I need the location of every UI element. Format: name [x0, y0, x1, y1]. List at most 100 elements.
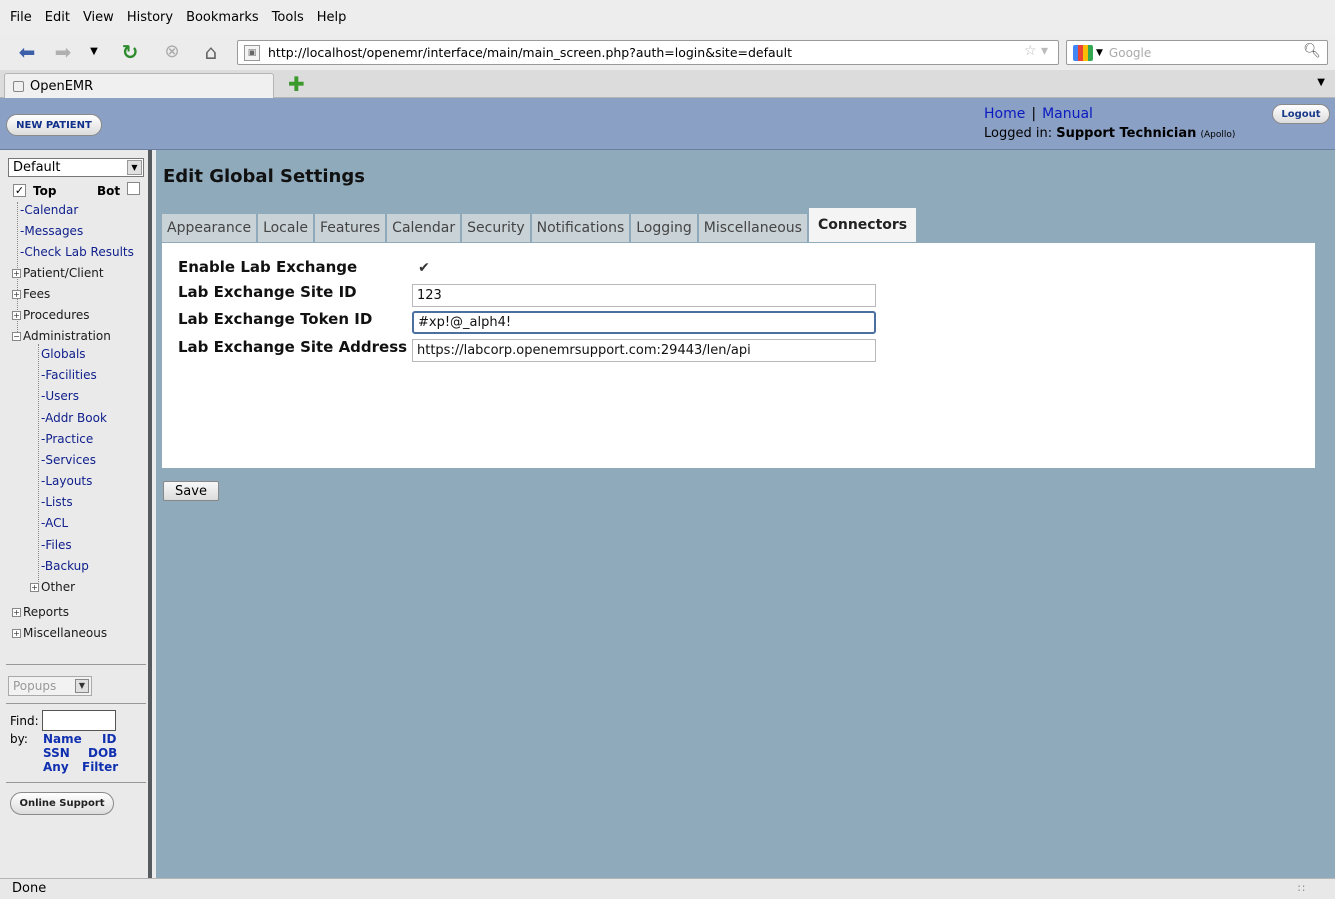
reload-icon[interactable]: ↻: [118, 40, 142, 64]
nav-item-check-lab-results[interactable]: -Check Lab Results: [20, 245, 134, 259]
expand-plus-icon[interactable]: +: [12, 311, 21, 320]
menu-history[interactable]: History: [127, 10, 173, 25]
menu-view[interactable]: View: [83, 10, 114, 25]
nav-item-acl-label: ACL: [45, 516, 69, 530]
bot-frame-checkbox[interactable]: [127, 182, 140, 195]
save-button[interactable]: Save: [163, 481, 219, 501]
nav-item-other-label: Other: [41, 580, 76, 594]
menu-bookmarks[interactable]: Bookmarks: [186, 10, 259, 25]
online-support-button[interactable]: Online Support: [10, 792, 114, 815]
chevron-down-icon: ▼: [127, 160, 142, 175]
nav-item-users[interactable]: -Users: [41, 389, 79, 403]
history-dropdown-icon[interactable]: ▼: [86, 40, 102, 64]
nav-item-facilities[interactable]: -Facilities: [41, 368, 97, 382]
search-bar[interactable]: ▼ Google 🔍︎: [1066, 40, 1328, 65]
tab-miscellaneous[interactable]: Miscellaneous: [698, 214, 807, 242]
collapse-minus-icon[interactable]: −: [12, 332, 21, 341]
nav-item-check-lab-results-label: Check Lab Results: [24, 245, 134, 259]
site-id-field[interactable]: [412, 284, 876, 307]
find-by-label: by:: [10, 732, 28, 746]
nav-item-fees[interactable]: + Fees: [12, 287, 50, 301]
site-address-label: Lab Exchange Site Address: [178, 338, 408, 356]
search-engine-icon[interactable]: [1073, 44, 1093, 61]
token-id-field[interactable]: [412, 311, 876, 334]
search-engine-dropdown-icon[interactable]: ▼: [1096, 48, 1103, 58]
top-frame-checkbox[interactable]: ✓: [13, 184, 26, 197]
home-link[interactable]: Home: [984, 106, 1025, 122]
page-title: Edit Global Settings: [163, 166, 365, 187]
tab-logging[interactable]: Logging: [631, 214, 697, 242]
manual-link[interactable]: Manual: [1042, 106, 1093, 122]
magnifier-icon[interactable]: 🔍︎: [1303, 43, 1321, 59]
nav-item-addr-book[interactable]: -Addr Book: [41, 411, 107, 425]
find-input[interactable]: [42, 710, 116, 731]
find-by-id[interactable]: ID: [102, 732, 116, 746]
expand-plus-icon[interactable]: +: [12, 269, 21, 278]
nav-item-procedures[interactable]: + Procedures: [12, 308, 90, 322]
forward-arrow-icon[interactable]: ➡: [50, 40, 76, 64]
popups-select[interactable]: Popups ▼: [8, 676, 92, 696]
resize-grip-icon[interactable]: ∷: [1298, 879, 1305, 899]
browser-tab-openemr[interactable]: OpenEMR: [4, 73, 274, 98]
back-arrow-icon[interactable]: ⬅: [14, 40, 40, 64]
nav-item-lists[interactable]: -Lists: [41, 495, 73, 509]
new-patient-button[interactable]: NEW PATIENT: [6, 114, 102, 136]
openemr-titlebar: NEW PATIENT Home | Manual Logged in: Suppo…: [0, 98, 1335, 150]
tab-notifications[interactable]: Notifications: [531, 214, 630, 242]
browser-navbar: ⬅ ➡ ▼ ↻ ⊗ ⌂ ▣ http://localhost/openemr/i…: [0, 34, 1335, 70]
menu-help[interactable]: Help: [317, 10, 347, 25]
bot-frame-label: Bot: [97, 184, 121, 198]
nav-item-calendar-label: Calendar: [24, 203, 79, 217]
nav-item-reports[interactable]: + Reports: [12, 605, 69, 619]
find-by-ssn[interactable]: SSN: [43, 746, 70, 760]
tab-appearance[interactable]: Appearance: [162, 214, 257, 242]
expand-plus-icon[interactable]: +: [12, 290, 21, 299]
expand-plus-icon[interactable]: +: [12, 608, 21, 617]
find-by-name[interactable]: Name: [43, 732, 82, 746]
nav-item-layouts[interactable]: -Layouts: [41, 474, 92, 488]
expand-plus-icon[interactable]: +: [30, 583, 39, 592]
logout-button[interactable]: Logout: [1272, 104, 1330, 124]
nav-item-services[interactable]: -Services: [41, 453, 96, 467]
nav-item-services-label: Services: [45, 453, 96, 467]
tab-list-chevron-icon[interactable]: ▼: [1317, 77, 1325, 88]
top-bot-frame-toggle: ✓ Top Bot: [13, 182, 145, 200]
facility-select[interactable]: Default ▼: [8, 158, 144, 177]
browser-menubar: File Edit View History Bookmarks Tools H…: [0, 0, 1335, 34]
enable-lab-exchange-checkbox[interactable]: ✔: [417, 261, 431, 275]
nav-item-messages[interactable]: -Messages: [20, 224, 83, 238]
nav-item-other[interactable]: + Other: [30, 580, 75, 594]
new-tab-plus-icon[interactable]: ✚: [288, 72, 305, 96]
bookmark-star-icon[interactable]: ☆ ▾: [1024, 43, 1048, 59]
tab-title: OpenEMR: [30, 78, 94, 94]
home-icon[interactable]: ⌂: [198, 40, 224, 64]
expand-plus-icon[interactable]: +: [12, 629, 21, 638]
search-placeholder: Google: [1108, 45, 1152, 60]
tab-locale[interactable]: Locale: [258, 214, 313, 242]
nav-item-patient-client[interactable]: + Patient/Client: [12, 266, 104, 280]
tab-connectors[interactable]: Connectors: [808, 208, 917, 242]
tab-security[interactable]: Security: [462, 214, 530, 242]
nav-item-files[interactable]: -Files: [41, 538, 72, 552]
nav-item-miscellaneous-label: Miscellaneous: [23, 626, 108, 640]
enable-lab-exchange-label: Enable Lab Exchange: [178, 258, 358, 276]
tab-features[interactable]: Features: [314, 214, 386, 242]
stop-icon[interactable]: ⊗: [160, 40, 184, 64]
menu-file[interactable]: File: [10, 10, 32, 25]
find-filter[interactable]: Filter: [82, 760, 118, 774]
find-by-dob[interactable]: DOB: [88, 746, 117, 760]
url-bar[interactable]: ▣ http://localhost/openemr/interface/mai…: [237, 40, 1059, 65]
nav-item-practice[interactable]: -Practice: [41, 432, 93, 446]
menu-tools[interactable]: Tools: [272, 10, 304, 25]
menu-edit[interactable]: Edit: [45, 10, 70, 25]
nav-item-globals[interactable]: Globals: [41, 347, 86, 361]
nav-item-calendar[interactable]: -Calendar: [20, 203, 78, 217]
site-address-field[interactable]: [412, 339, 876, 362]
nav-item-administration[interactable]: − Administration: [12, 329, 111, 343]
nav-item-miscellaneous[interactable]: + Miscellaneous: [12, 626, 107, 640]
nav-item-backup[interactable]: -Backup: [41, 559, 89, 573]
tab-calendar[interactable]: Calendar: [387, 214, 461, 242]
nav-item-acl[interactable]: -ACL: [41, 516, 68, 530]
link-separator: |: [1031, 106, 1037, 122]
find-by-any[interactable]: Any: [43, 760, 69, 774]
